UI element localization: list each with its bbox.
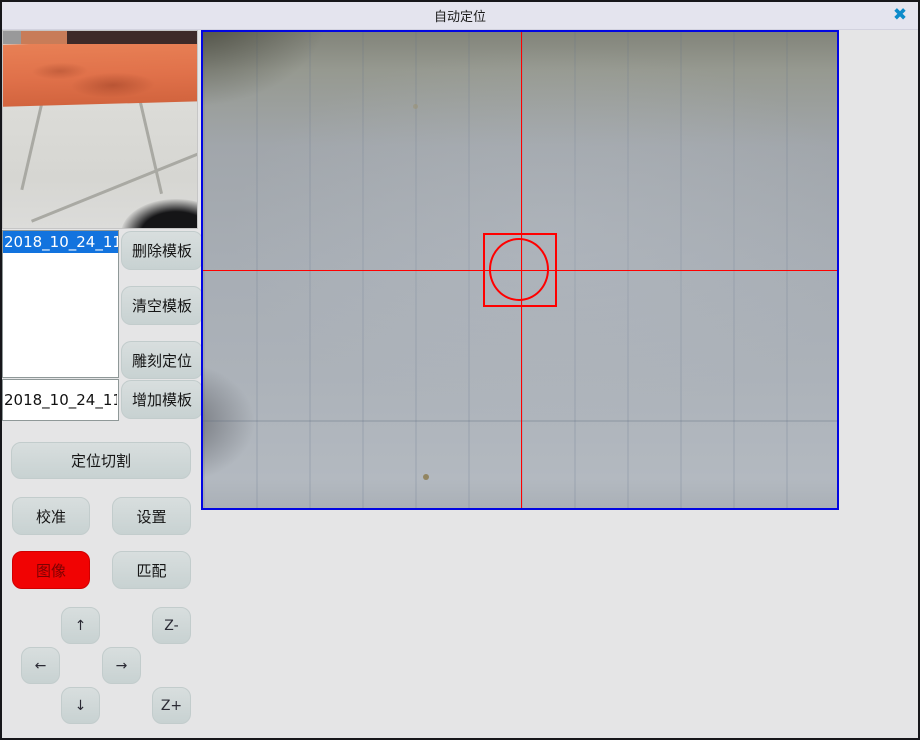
camera-viewport xyxy=(201,30,839,510)
jog-left-button[interactable]: ← xyxy=(21,647,60,684)
auto-position-dialog: 自动定位 ✖ 2018_10_24_11 删除模板 清空模板 雕刻定位 增加模板… xyxy=(0,0,920,740)
thumbnail-orange-bar xyxy=(2,39,198,107)
match-region-circle xyxy=(489,238,549,301)
image-button[interactable]: 图像 xyxy=(12,551,90,589)
position-cut-button[interactable]: 定位切割 xyxy=(11,442,191,479)
add-template-button[interactable]: 增加模板 xyxy=(121,380,203,419)
close-icon[interactable]: ✖ xyxy=(889,5,911,27)
template-list[interactable]: 2018_10_24_11 xyxy=(2,230,119,378)
jog-up-button[interactable]: ↑ xyxy=(61,607,100,644)
jog-z-minus-button[interactable]: Z- xyxy=(152,607,191,644)
delete-template-button[interactable]: 删除模板 xyxy=(121,231,203,270)
camera-tile-seam xyxy=(203,420,837,422)
engrave-position-button[interactable]: 雕刻定位 xyxy=(121,341,203,379)
title-bar: 自动定位 ✖ xyxy=(2,2,918,30)
jog-down-button[interactable]: ↓ xyxy=(61,687,100,724)
settings-button[interactable]: 设置 xyxy=(112,497,191,535)
window-title: 自动定位 xyxy=(434,6,486,25)
match-button[interactable]: 匹配 xyxy=(112,551,191,589)
camera-speck xyxy=(413,104,418,109)
jog-z-plus-button[interactable]: Z+ xyxy=(152,687,191,724)
calibrate-button[interactable]: 校准 xyxy=(12,497,90,535)
clear-templates-button[interactable]: 清空模板 xyxy=(121,286,203,325)
template-list-item-selected[interactable]: 2018_10_24_11 xyxy=(3,231,118,253)
thumbnail-top-strip xyxy=(3,31,197,44)
camera-speck xyxy=(423,474,429,480)
template-thumbnail xyxy=(2,30,198,229)
jog-right-button[interactable]: → xyxy=(102,647,141,684)
template-name-input[interactable] xyxy=(2,379,119,421)
